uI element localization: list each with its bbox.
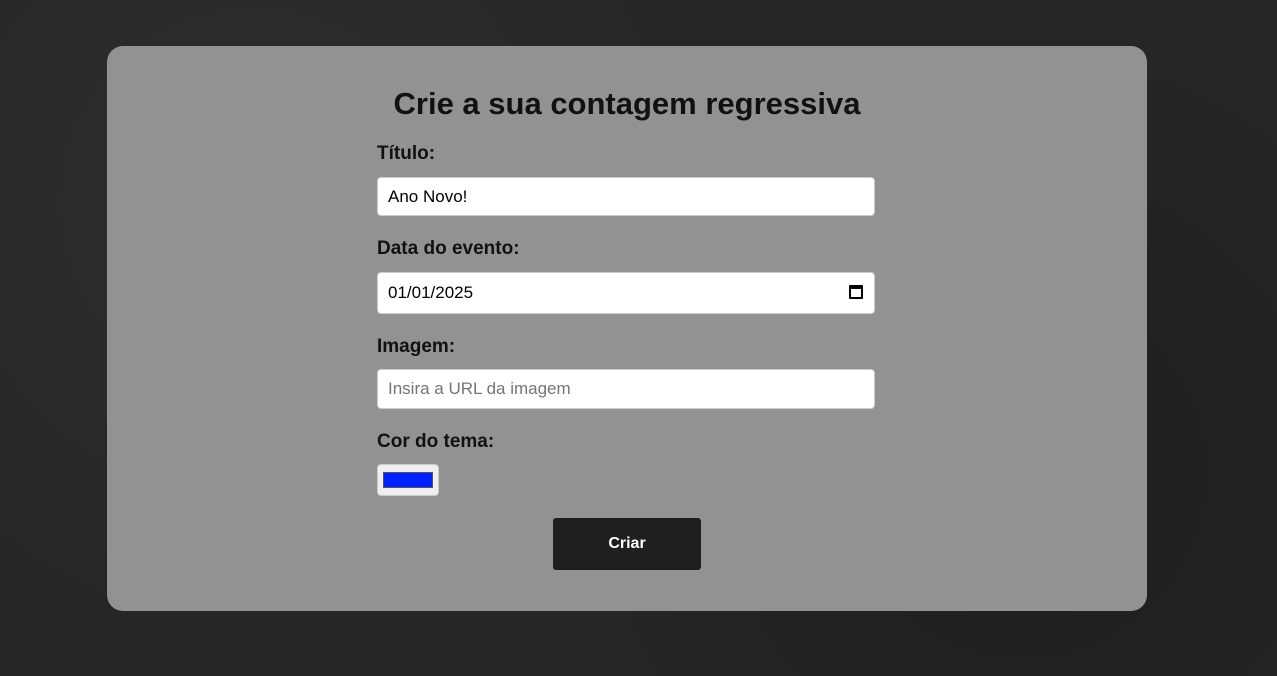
date-input-value: 01/01/2025 [388, 283, 474, 302]
page-title: Crie a sua contagem regressiva [393, 86, 861, 121]
create-button[interactable]: Criar [553, 518, 701, 570]
calendar-icon[interactable] [849, 285, 863, 299]
image-label: Imagem: [377, 336, 456, 357]
color-swatch [383, 472, 433, 488]
image-url-placeholder: Insira a URL da imagem [388, 379, 571, 398]
title-label: Título: [377, 143, 436, 164]
color-label: Cor do tema: [377, 431, 495, 452]
title-input-value: Ano Novo! [388, 186, 468, 206]
theme-color-picker[interactable] [377, 464, 439, 496]
title-input[interactable]: Ano Novo! [377, 177, 875, 216]
date-input[interactable]: 01/01/2025 [377, 272, 875, 314]
date-label: Data do evento: [377, 238, 520, 259]
image-url-input[interactable]: Insira a URL da imagem [377, 369, 875, 409]
form-card: Crie a sua contagem regressiva Título: A… [107, 46, 1147, 611]
